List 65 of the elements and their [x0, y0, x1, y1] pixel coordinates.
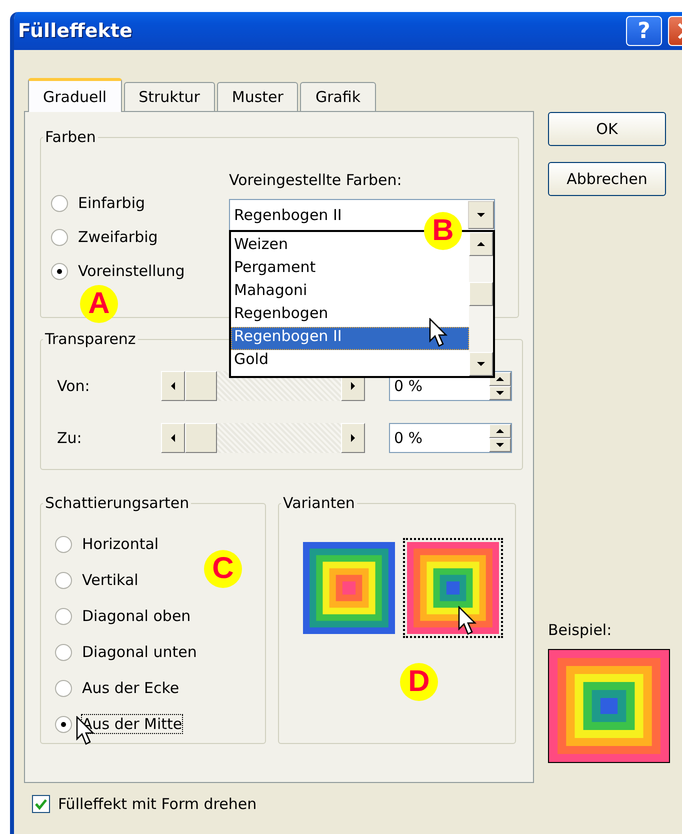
caret-icon	[171, 434, 175, 442]
tab[interactable]: Muster	[216, 82, 298, 112]
radio-label: Horizontal	[82, 535, 159, 553]
radio-button[interactable]	[51, 194, 68, 212]
group-title: Farben	[44, 128, 97, 146]
group-title: Schattierungsarten	[44, 494, 190, 512]
slider-thumb[interactable]	[185, 371, 217, 401]
radio-button[interactable]	[55, 536, 72, 552]
preview-label: Beispiel:	[548, 621, 613, 639]
mouse-cursor-icon	[429, 318, 449, 348]
scroll-down-button[interactable]	[469, 352, 493, 376]
spin-down-button[interactable]	[489, 386, 511, 400]
group-title: Transparenz	[44, 330, 137, 348]
checkbox-label: Fülleffekt mit Form drehen	[58, 795, 257, 813]
scroll-thumb[interactable]	[469, 282, 493, 306]
radio-label: Diagonal oben	[82, 607, 191, 625]
radio-button[interactable]	[51, 262, 68, 280]
dialog-button[interactable]: Abbrechen	[548, 162, 666, 196]
list-item[interactable]: Regenbogen II	[231, 327, 469, 350]
caret-icon	[496, 429, 504, 433]
caret-icon	[171, 382, 175, 390]
slider-right-button[interactable]	[341, 423, 365, 453]
radio-button[interactable]	[55, 716, 72, 732]
slider-label: Von:	[57, 377, 91, 395]
spin-down-button[interactable]	[489, 438, 511, 452]
radio-label: Aus der Ecke	[82, 679, 180, 697]
radio-button[interactable]	[55, 572, 72, 588]
caret-icon	[477, 242, 485, 246]
caret-icon	[351, 434, 355, 442]
check-icon	[35, 798, 47, 810]
radio-button[interactable]	[55, 644, 72, 660]
radio-label: Vertikal	[82, 571, 138, 589]
help-button[interactable]: ?	[626, 16, 662, 46]
spin-field[interactable]: 0 %	[389, 423, 512, 453]
caret-icon	[477, 362, 485, 366]
caret-icon	[496, 391, 504, 395]
caret-icon	[496, 443, 504, 447]
field-label: Voreingestellte Farben:	[229, 171, 402, 189]
scrollbar[interactable]	[469, 232, 493, 376]
slider-label: Zu:	[57, 429, 83, 447]
radio-label: Einfarbig	[78, 194, 146, 212]
radio-button[interactable]	[55, 680, 72, 696]
mouse-cursor-icon	[458, 606, 478, 636]
checkbox[interactable]	[32, 795, 50, 813]
tab[interactable]: Graduell	[28, 78, 122, 112]
radio-label: Voreinstellung	[78, 262, 185, 280]
group-title: Varianten	[282, 494, 356, 512]
slider-left-button[interactable]	[161, 371, 185, 401]
tab[interactable]: Grafik	[300, 82, 376, 112]
slider-thumb[interactable]	[185, 423, 217, 453]
dropdown-button[interactable]	[468, 201, 494, 229]
caret-icon	[351, 382, 355, 390]
radio-label: Zweifarbig	[78, 228, 158, 246]
radio-label: Diagonal unten	[82, 643, 197, 661]
radio-button[interactable]	[55, 608, 72, 624]
caret-icon	[496, 377, 504, 381]
slider-track[interactable]	[161, 423, 365, 453]
spin-up-button[interactable]	[489, 424, 511, 438]
dialog-button[interactable]: OK	[548, 112, 666, 146]
caret-icon	[477, 213, 485, 217]
tab[interactable]: Struktur	[124, 82, 215, 112]
window-title: Fülleffekte	[18, 20, 134, 42]
scroll-up-button[interactable]	[469, 232, 493, 256]
slider-left-button[interactable]	[161, 423, 185, 453]
radio-button[interactable]	[51, 228, 68, 246]
